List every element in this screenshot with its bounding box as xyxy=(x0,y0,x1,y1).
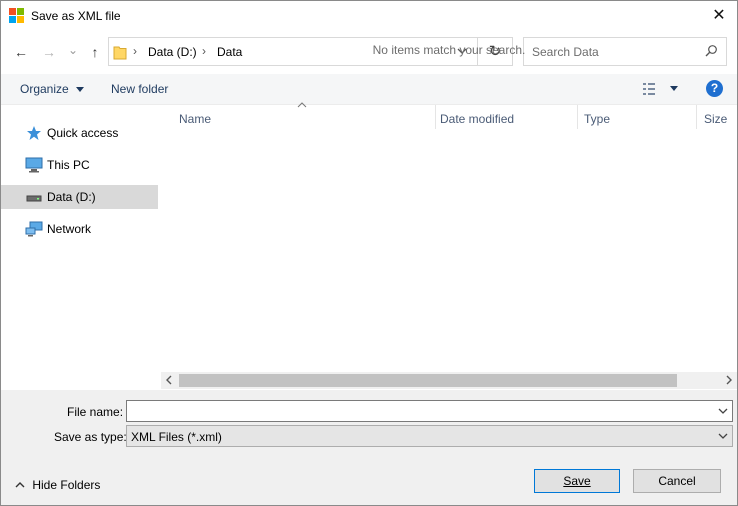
network-icon xyxy=(25,221,43,237)
windows-logo-icon xyxy=(9,8,25,24)
close-button[interactable]: ✕ xyxy=(707,4,731,28)
title-bar: Save as XML file ✕ xyxy=(1,1,737,31)
save-label: Save xyxy=(563,474,591,488)
file-name-combobox[interactable] xyxy=(126,400,733,422)
save-type-label: Save as type: xyxy=(54,430,127,444)
save-type-select[interactable]: XML Files (*.xml) xyxy=(126,425,733,447)
nav-item-label: This PC xyxy=(47,158,90,172)
file-list: Name Date modified Type Size xyxy=(161,102,737,372)
file-name-label: File name: xyxy=(67,405,124,419)
window-title: Save as XML file xyxy=(31,9,121,23)
view-dropdown-icon[interactable] xyxy=(670,86,678,91)
bottom-panel: File name: Save as type: XML Files (*.xm… xyxy=(1,390,737,505)
column-header-size[interactable]: Size xyxy=(704,112,727,126)
cancel-button[interactable]: Cancel xyxy=(633,469,721,493)
help-button[interactable]: ? xyxy=(706,80,723,97)
nav-item-label: Network xyxy=(47,222,92,236)
breadcrumb-separator: › xyxy=(133,44,137,58)
column-header-date-modified[interactable]: Date modified xyxy=(440,112,514,126)
recent-locations-button[interactable]: ⌄ xyxy=(65,39,81,61)
new-folder-button[interactable]: New folder xyxy=(111,82,168,96)
scroll-left-icon[interactable] xyxy=(164,375,174,385)
monitor-icon xyxy=(25,157,43,173)
sort-up-icon xyxy=(297,101,307,109)
folder-icon xyxy=(113,44,127,60)
star-icon xyxy=(26,125,42,141)
command-toolbar: Organize New folder ? xyxy=(1,74,737,105)
navigation-pane: Quick access This PC Data (D:) Network xyxy=(1,105,159,390)
column-divider[interactable] xyxy=(435,105,436,129)
hide-folders-button[interactable]: Hide Folders xyxy=(15,477,100,492)
column-divider[interactable] xyxy=(696,105,697,129)
nav-item-label: Quick access xyxy=(47,126,119,140)
nav-item-label: Data (D:) xyxy=(47,190,96,204)
save-dialog: Save as XML file ✕ ← → ⌄ ↑ › Data (D:) ›… xyxy=(0,0,738,506)
column-header-type[interactable]: Type xyxy=(584,112,610,126)
scrollbar-thumb[interactable] xyxy=(179,374,677,387)
chevron-up-icon xyxy=(15,481,25,489)
up-button[interactable]: ↑ xyxy=(85,41,105,63)
column-header-name[interactable]: Name xyxy=(179,112,211,126)
save-type-value: XML Files (*.xml) xyxy=(131,430,222,444)
organize-button[interactable]: Organize xyxy=(20,82,85,96)
scroll-right-icon[interactable] xyxy=(724,375,734,385)
save-button[interactable]: Save xyxy=(534,469,620,493)
drive-icon xyxy=(26,193,42,203)
empty-message: No items match your search. xyxy=(372,43,526,57)
chevron-down-icon[interactable] xyxy=(717,431,729,441)
column-divider[interactable] xyxy=(577,105,578,129)
view-options-icon[interactable] xyxy=(643,83,661,95)
caret-down-icon xyxy=(76,87,85,93)
organize-label: Organize xyxy=(20,82,69,96)
hide-folders-label: Hide Folders xyxy=(32,477,101,492)
nav-item-data-drive[interactable]: Data (D:) xyxy=(1,185,158,209)
nav-item-network[interactable]: Network xyxy=(1,217,158,241)
nav-item-quick-access[interactable]: Quick access xyxy=(1,121,158,145)
back-button[interactable]: ← xyxy=(11,41,31,63)
nav-item-this-pc[interactable]: This PC xyxy=(1,153,158,177)
forward-button[interactable]: → xyxy=(39,41,59,63)
chevron-down-icon[interactable] xyxy=(717,406,729,416)
